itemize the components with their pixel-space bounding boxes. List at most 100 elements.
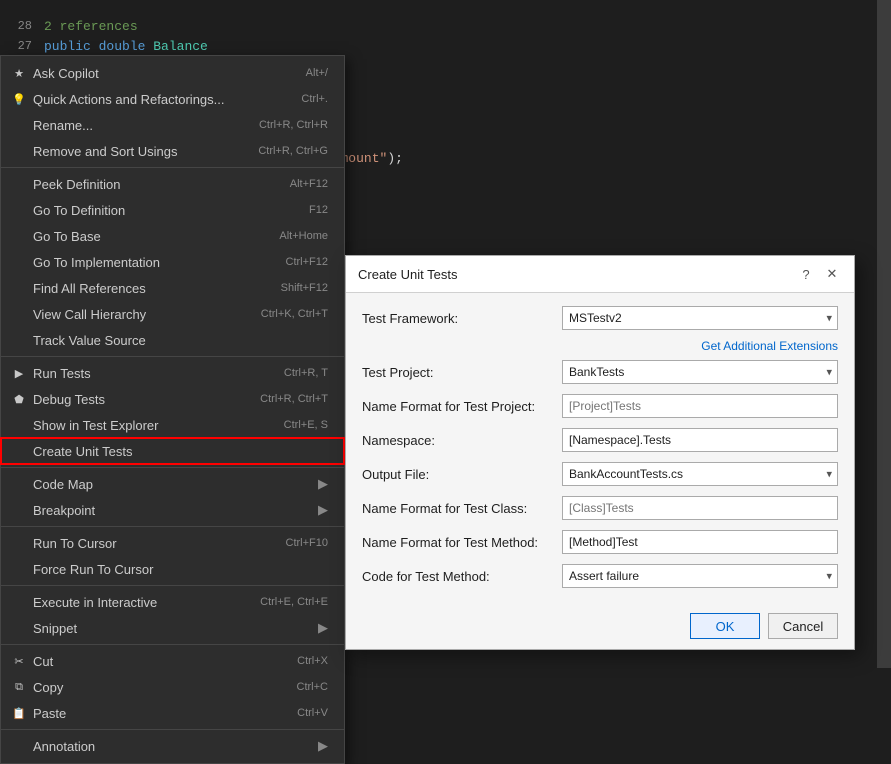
menu-shortcut: Alt+Home <box>279 230 328 242</box>
menu-item-snippet[interactable]: Snippet ▶ <box>1 615 344 641</box>
code-for-test-method-row: Code for Test Method: Assert failure <box>362 563 838 589</box>
dialog-body: Test Framework: MSTestv2 xUnit NUnit Get… <box>346 293 854 605</box>
code-for-test-method-control: Assert failure <box>562 564 838 588</box>
menu-item-find-all-references[interactable]: Find All References Shift+F12 <box>1 275 344 301</box>
ok-button[interactable]: OK <box>690 613 760 639</box>
code-for-test-method-select-wrapper: Assert failure <box>562 564 838 588</box>
menu-item-peek-definition[interactable]: Peek Definition Alt+F12 <box>1 171 344 197</box>
menu-item-go-to-base[interactable]: Go To Base Alt+Home <box>1 223 344 249</box>
menu-shortcut: Ctrl+F12 <box>286 256 329 268</box>
menu-item-remove-sort-usings[interactable]: Remove and Sort Usings Ctrl+R, Ctrl+G <box>1 138 344 164</box>
menu-label: Go To Base <box>33 229 263 244</box>
name-format-project-input[interactable] <box>562 394 838 418</box>
dialog-footer: OK Cancel <box>346 605 854 649</box>
name-format-project-control <box>562 394 838 418</box>
menu-item-paste[interactable]: 📋 Paste Ctrl+V <box>1 700 344 726</box>
code-for-test-method-select[interactable]: Assert failure <box>562 564 838 588</box>
name-format-class-control <box>562 496 838 520</box>
menu-shortcut: Ctrl+C <box>297 681 328 693</box>
menu-label: Code Map <box>33 477 310 492</box>
code-line: public double Balance <box>44 39 208 54</box>
dialog-close-button[interactable]: ✕ <box>822 264 842 284</box>
menu-shortcut: Ctrl+R, Ctrl+T <box>260 393 328 405</box>
menu-item-force-run-to-cursor[interactable]: Force Run To Cursor <box>1 556 344 582</box>
cancel-button[interactable]: Cancel <box>768 613 838 639</box>
menu-separator <box>1 167 344 168</box>
dialog-titlebar: Create Unit Tests ? ✕ <box>346 256 854 293</box>
test-project-select-wrapper: BankTests <box>562 360 838 384</box>
test-framework-control: MSTestv2 xUnit NUnit <box>562 306 838 330</box>
test-project-select[interactable]: BankTests <box>562 360 838 384</box>
menu-item-create-unit-tests[interactable]: Create Unit Tests ➤ <box>1 438 344 464</box>
menu-item-ask-copilot[interactable]: ★ Ask Copilot Alt+/ <box>1 60 344 86</box>
namespace-control <box>562 428 838 452</box>
menu-label: Go To Implementation <box>33 255 270 270</box>
menu-item-show-test-explorer[interactable]: Show in Test Explorer Ctrl+E, S <box>1 412 344 438</box>
menu-shortcut: Ctrl+R, T <box>284 367 328 379</box>
menu-separator <box>1 644 344 645</box>
menu-item-go-to-implementation[interactable]: Go To Implementation Ctrl+F12 <box>1 249 344 275</box>
test-project-label: Test Project: <box>362 365 562 380</box>
get-extensions-row: Get Additional Extensions <box>362 339 838 353</box>
menu-shortcut: Ctrl+E, Ctrl+E <box>260 596 328 608</box>
get-additional-extensions-link[interactable]: Get Additional Extensions <box>701 339 838 353</box>
dialog-controls: ? ✕ <box>796 264 842 284</box>
menu-label: Annotation <box>33 739 310 754</box>
menu-item-track-value-source[interactable]: Track Value Source <box>1 327 344 353</box>
menu-item-copy[interactable]: ⧉ Copy Ctrl+C <box>1 674 344 700</box>
paste-icon: 📋 <box>9 707 29 720</box>
menu-item-run-to-cursor[interactable]: Run To Cursor Ctrl+F10 <box>1 530 344 556</box>
menu-shortcut: Ctrl+R, Ctrl+R <box>259 119 328 131</box>
menu-item-run-tests[interactable]: ▶ Run Tests Ctrl+R, T <box>1 360 344 386</box>
menu-item-quick-actions[interactable]: 💡 Quick Actions and Refactorings... Ctrl… <box>1 86 344 112</box>
menu-item-breakpoint[interactable]: Breakpoint ▶ <box>1 497 344 523</box>
menu-label: View Call Hierarchy <box>33 307 245 322</box>
menu-shortcut: Ctrl+X <box>297 655 328 667</box>
line-number: 27 <box>4 39 44 53</box>
run-icon: ▶ <box>9 367 29 380</box>
menu-label: Go To Definition <box>33 203 293 218</box>
menu-label: Show in Test Explorer <box>33 418 268 433</box>
menu-item-code-map[interactable]: Code Map ▶ <box>1 471 344 497</box>
namespace-input[interactable] <box>562 428 838 452</box>
name-format-method-label: Name Format for Test Method: <box>362 535 562 550</box>
test-framework-label: Test Framework: <box>362 311 562 326</box>
menu-item-execute-interactive[interactable]: Execute in Interactive Ctrl+E, Ctrl+E <box>1 589 344 615</box>
test-project-control: BankTests <box>562 360 838 384</box>
cut-icon: ✂ <box>9 655 29 668</box>
menu-label: Force Run To Cursor <box>33 562 328 577</box>
output-file-label: Output File: <box>362 467 562 482</box>
menu-shortcut: Ctrl+K, Ctrl+T <box>261 308 328 320</box>
menu-label: Ask Copilot <box>33 66 290 81</box>
name-format-class-label: Name Format for Test Class: <box>362 501 562 516</box>
menu-shortcut: Alt+F12 <box>290 178 328 190</box>
menu-shortcut: Shift+F12 <box>281 282 328 294</box>
menu-label: Breakpoint <box>33 503 310 518</box>
menu-item-cut[interactable]: ✂ Cut Ctrl+X <box>1 648 344 674</box>
output-file-select[interactable]: BankAccountTests.cs <box>562 462 838 486</box>
test-framework-select-wrapper: MSTestv2 xUnit NUnit <box>562 306 838 330</box>
menu-shortcut: Ctrl+E, S <box>284 419 328 431</box>
name-format-method-control <box>562 530 838 554</box>
menu-shortcut: Ctrl+R, Ctrl+G <box>258 145 328 157</box>
copy-icon: ⧉ <box>9 681 29 694</box>
dialog-help-button[interactable]: ? <box>796 264 816 284</box>
test-framework-select[interactable]: MSTestv2 xUnit NUnit <box>562 306 838 330</box>
menu-item-view-call-hierarchy[interactable]: View Call Hierarchy Ctrl+K, Ctrl+T <box>1 301 344 327</box>
debug-icon: ⬟ <box>9 393 29 406</box>
menu-item-rename[interactable]: Rename... Ctrl+R, Ctrl+R <box>1 112 344 138</box>
name-format-method-input[interactable] <box>562 530 838 554</box>
scrollbar[interactable] <box>877 0 891 668</box>
menu-label: Quick Actions and Refactorings... <box>33 92 285 107</box>
code-for-test-method-label: Code for Test Method: <box>362 569 562 584</box>
menu-shortcut: Ctrl+F10 <box>286 537 329 549</box>
menu-item-annotation[interactable]: Annotation ▶ <box>1 733 344 759</box>
test-framework-row: Test Framework: MSTestv2 xUnit NUnit <box>362 305 838 331</box>
lightbulb-icon: 💡 <box>9 93 29 106</box>
submenu-arrow: ▶ <box>318 620 328 636</box>
name-format-class-input[interactable] <box>562 496 838 520</box>
menu-item-debug-tests[interactable]: ⬟ Debug Tests Ctrl+R, Ctrl+T <box>1 386 344 412</box>
submenu-arrow: ▶ <box>318 738 328 754</box>
menu-item-go-to-definition[interactable]: Go To Definition F12 <box>1 197 344 223</box>
menu-separator <box>1 585 344 586</box>
